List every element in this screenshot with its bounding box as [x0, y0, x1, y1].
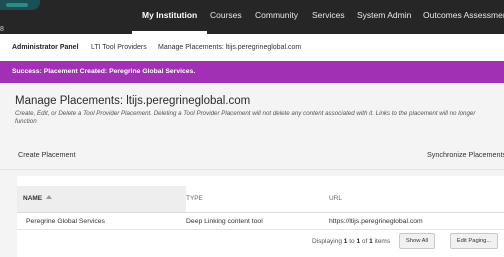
placements-table: NAME TYPE URL Peregrine Global Services … — [17, 176, 504, 257]
nav-outcomes-assessment[interactable]: Outcomes Assessment — [423, 0, 504, 34]
create-placement-button[interactable]: Create Placement — [18, 141, 76, 169]
page-title: Manage Placements: ltijs.peregrineglobal… — [15, 95, 251, 107]
action-bar: Create Placement Synchronize Placements — [0, 141, 504, 170]
synchronize-placements-button[interactable]: Synchronize Placements — [427, 141, 504, 169]
edit-paging-button[interactable]: Edit Paging... — [450, 233, 498, 249]
paging-prefix: Displaying — [312, 238, 344, 245]
cell-name[interactable]: Peregrine Global Services — [26, 215, 105, 229]
breadcrumb-administrator-panel[interactable]: Administrator Panel — [12, 34, 79, 61]
nav-services[interactable]: Services — [312, 0, 345, 34]
breadcrumb: Administrator Panel LTI Tool Providers M… — [0, 34, 504, 62]
column-header-name[interactable]: NAME — [17, 186, 186, 212]
nav-system-admin[interactable]: System Admin — [357, 0, 411, 34]
nav-community[interactable]: Community — [255, 0, 298, 34]
paging-suffix: items — [372, 238, 391, 245]
column-header-name-label: NAME — [23, 195, 43, 202]
nav-my-institution[interactable]: My Institution — [131, 0, 208, 34]
paging-of-word: of — [360, 238, 370, 245]
column-header-url[interactable]: URL — [329, 186, 342, 212]
table-header: NAME TYPE URL — [17, 186, 504, 213]
cell-url: https://ltijs.peregrineglobal.com — [329, 218, 423, 225]
sort-ascending-icon — [46, 195, 53, 200]
top-navigation: 8 My Institution Courses Community Servi… — [0, 0, 504, 34]
cell-type: Deep Linking content tool — [186, 218, 263, 225]
table-divider — [17, 229, 504, 230]
success-message: Success: Placement Created: Peregrine Gl… — [12, 68, 196, 75]
nav-courses[interactable]: Courses — [210, 0, 242, 34]
page-description: Create, Edit, or Delete a Tool Provider … — [15, 110, 476, 126]
show-all-button[interactable]: Show All — [399, 233, 435, 249]
column-header-type[interactable]: TYPE — [186, 186, 203, 212]
breadcrumb-lti-tool-providers[interactable]: LTI Tool Providers — [91, 34, 147, 61]
success-banner: Success: Placement Created: Peregrine Gl… — [0, 61, 504, 83]
institution-logo — [0, 0, 40, 10]
paging-summary: Displaying 1 to 1 of 1 items — [312, 235, 390, 249]
breadcrumb-manage-placements: Manage Placements: ltijs.peregrineglobal… — [158, 44, 302, 51]
nav-edge-char: 8 — [0, 26, 4, 33]
